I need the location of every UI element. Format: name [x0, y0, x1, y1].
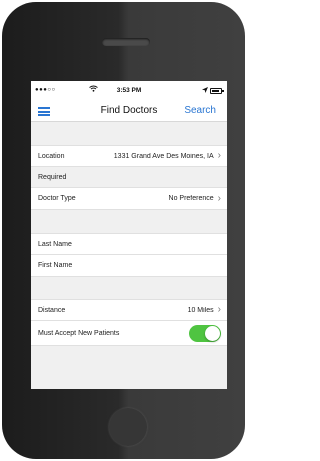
- last-name-label: Last Name: [38, 240, 72, 248]
- toggle-knob: [205, 325, 220, 341]
- location-row[interactable]: Location 1331 Grand Ave Des Moines, IA ›: [31, 145, 227, 167]
- accept-new-patients-toggle[interactable]: [189, 324, 221, 342]
- accept-new-patients-row: Must Accept New Patients: [31, 321, 227, 346]
- location-arrow-icon: [202, 87, 208, 95]
- distance-label: Distance: [38, 306, 66, 314]
- section-spacer: [31, 122, 227, 145]
- section-spacer: [31, 277, 227, 299]
- app-screen: ●●●○○ 3:53 PM Find Doctors Search Locati…: [31, 81, 227, 389]
- status-time: 3:53 PM: [116, 87, 142, 94]
- phone-device: ●●●○○ 3:53 PM Find Doctors Search Locati…: [2, 2, 245, 459]
- location-value: 1331 Grand Ave Des Moines, IA: [113, 152, 214, 160]
- last-name-field[interactable]: Last Name: [31, 233, 227, 255]
- first-name-label: First Name: [38, 262, 73, 269]
- search-button[interactable]: Search: [184, 105, 216, 116]
- doctor-type-value: No Preference: [168, 195, 214, 202]
- doctor-type-row[interactable]: Doctor Type No Preference ›: [31, 188, 227, 210]
- doctor-type-label: Doctor Type: [38, 195, 76, 202]
- accept-new-patients-label: Must Accept New Patients: [38, 329, 120, 337]
- status-right: [202, 87, 224, 95]
- chevron-right-icon: ›: [217, 150, 221, 161]
- status-bar: ●●●○○ 3:53 PM: [31, 81, 227, 101]
- phone-speaker: [102, 38, 150, 46]
- location-label: Location: [38, 152, 65, 160]
- home-button[interactable]: [109, 408, 147, 446]
- distance-row[interactable]: Distance 10 Miles ›: [31, 299, 227, 321]
- navigation-bar: Find Doctors Search: [31, 101, 227, 122]
- first-name-field[interactable]: First Name: [31, 255, 227, 277]
- battery-icon: [210, 88, 224, 94]
- distance-value: 10 Miles: [187, 306, 214, 314]
- chevron-right-icon: ›: [217, 304, 221, 315]
- required-section-header: Required: [31, 167, 227, 188]
- chevron-right-icon: ›: [217, 192, 221, 204]
- section-spacer: [31, 210, 227, 233]
